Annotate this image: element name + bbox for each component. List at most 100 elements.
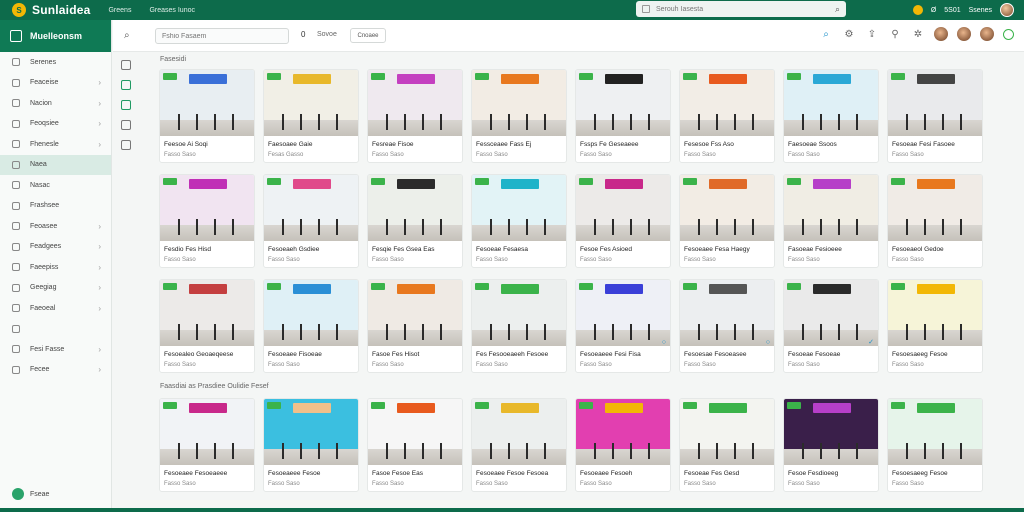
store-card[interactable]: Fesoe Fesdioeeg Fasso Saso xyxy=(783,398,879,492)
store-card[interactable]: Fesoeaee Fesa Haegy Fasso Saso xyxy=(679,174,775,268)
avatar[interactable] xyxy=(957,27,971,41)
store-card[interactable]: Fssps Fe Geseaeee Fasso Saso xyxy=(575,69,671,163)
store-card[interactable]: Fesdio Fes Hisd Fasso Saso xyxy=(159,174,255,268)
store-card[interactable]: Fesoeaee Fesoeh Fasso Saso xyxy=(575,398,671,492)
card-title: Fasoe Fesoe Eas xyxy=(372,470,423,477)
store-card[interactable]: Fesoeaee Fisoeae Fasso Saso xyxy=(263,279,359,373)
filter-icon[interactable]: ⚲ xyxy=(888,27,902,41)
store-card[interactable]: Feesoe Ai Soqi Fasso Saso xyxy=(159,69,255,163)
settings-icon[interactable]: ⚙ xyxy=(842,27,856,41)
refresh-icon[interactable] xyxy=(121,80,131,90)
store-card[interactable]: Fesoeae Fesaesa Fasso Saso xyxy=(471,174,567,268)
card-flag-icon[interactable]: ○ xyxy=(662,339,666,346)
sidebar-item[interactable]: Feaceise › xyxy=(0,73,111,94)
brand-name[interactable]: Sunlaidea xyxy=(32,3,90,17)
store-card[interactable]: Fesoeaeol Gedoe Fasso Saso xyxy=(887,174,983,268)
search-icon[interactable]: ⌕ xyxy=(819,27,833,41)
sidebar-item[interactable]: Fecee › xyxy=(0,360,111,381)
store-card[interactable]: Faesoeae Ssoos Fasso Saso xyxy=(783,69,879,163)
store-card[interactable]: Faesoaee Gaie Fesas Gasso xyxy=(263,69,359,163)
sidebar-item[interactable]: Naea xyxy=(0,154,111,175)
sidebar-header[interactable]: Muelleonsm xyxy=(0,20,111,52)
store-card[interactable]: Fesoeaeh Gsdiee Fasso Saso xyxy=(263,174,359,268)
store-card[interactable]: Fessceaee Fass Ej Fasso Saso xyxy=(471,69,567,163)
top-search-box[interactable]: Serouh Iasesta ⌕ xyxy=(636,1,846,17)
notification-icon[interactable] xyxy=(912,5,923,15)
sidebar-item[interactable]: Serenes xyxy=(0,52,111,73)
store-card[interactable]: Fesoesaeeg Fesoe Fasso Saso xyxy=(887,279,983,373)
sort-label[interactable]: Sovoe xyxy=(317,31,337,38)
user-avatar[interactable] xyxy=(1000,3,1014,17)
store-card[interactable]: Fesoealeo Geoaeqeese Fasso Saso xyxy=(159,279,255,373)
store-card[interactable]: Fesqie Fes Gsea Eas Fasso Saso xyxy=(367,174,463,268)
store-card[interactable]: Fesoeaeee Fesi Fisa Fasso Saso ○ xyxy=(575,279,671,373)
card-title: Fesoeae Fesaesa xyxy=(476,246,529,253)
store-thumbnail xyxy=(680,399,774,465)
store-sign xyxy=(396,403,436,413)
sidebar-item[interactable]: Fhenesle › xyxy=(0,134,111,155)
store-card[interactable]: Fesreae Fisoe Fasso Saso xyxy=(367,69,463,163)
sidebar-item[interactable]: Feadgees › xyxy=(0,237,111,258)
sidebar-item[interactable]: Nasac xyxy=(0,175,111,196)
store-thumbnail xyxy=(680,70,774,136)
store-thumbnail xyxy=(368,70,462,136)
store-card[interactable]: Fasoe Fes Hisot Fasso Saso xyxy=(367,279,463,373)
store-card[interactable]: Fasoe Fesoe Eas Fasso Saso xyxy=(367,398,463,492)
store-card[interactable]: Fesesoe Fss Aso Fasso Saso xyxy=(679,69,775,163)
top-link-2[interactable]: Greases Iunoc xyxy=(149,7,195,14)
sidebar-item[interactable]: Faeepiss › xyxy=(0,257,111,278)
top-right-item-3[interactable]: Ssenes xyxy=(969,7,992,14)
card-title: Fesqie Fes Gsea Eas xyxy=(372,246,435,253)
store-card[interactable]: Fesoe Fes Asioed Fasso Saso xyxy=(575,174,671,268)
card-flag-icon[interactable]: ✓ xyxy=(868,338,874,346)
top-link-1[interactable]: Greens xyxy=(108,7,131,14)
filter-button[interactable]: Cnoaee xyxy=(350,28,386,43)
search-icon[interactable]: ⌕ xyxy=(835,4,840,15)
sidebar-item[interactable]: Nacion › xyxy=(0,93,111,114)
store-card[interactable]: Fes Fesooeaeeh Fesoee Fasso Saso xyxy=(471,279,567,373)
top-right-item-2[interactable]: 5S01 xyxy=(944,7,960,14)
store-card[interactable]: Fesoesaeeg Fesoe Fasso Saso xyxy=(887,398,983,492)
share-icon[interactable]: ⇪ xyxy=(865,27,879,41)
sidebar-item[interactable]: Feoqsiee › xyxy=(0,114,111,135)
store-card[interactable]: Fesoeaee Fesoeaeee Fasso Saso xyxy=(159,398,255,492)
search-prefix-icon xyxy=(642,5,650,13)
card-title: Fesoeaee Fesoeaeee xyxy=(164,470,228,477)
grid-icon[interactable] xyxy=(121,100,131,110)
sidebar-item-label: Naea xyxy=(30,161,47,169)
store-card[interactable]: Fesoeae Fesoeae Fasso Saso ✓ xyxy=(783,279,879,373)
avatar[interactable] xyxy=(980,27,994,41)
store-card[interactable]: Fesoeae Fes Gesd Fasso Saso xyxy=(679,398,775,492)
search-input[interactable] xyxy=(155,28,289,44)
sidebar-item[interactable]: Faeoeal › xyxy=(0,298,111,319)
store-card[interactable]: Fasoeae Fesioeee Fasso Saso xyxy=(783,174,879,268)
sidebar-item[interactable]: Frashsee xyxy=(0,196,111,217)
card-title: Fesoeaeee Fesi Fisa xyxy=(580,351,641,358)
sidebar-footer[interactable]: Fseae xyxy=(12,488,49,500)
sidebar-item[interactable] xyxy=(0,319,111,340)
card-row-1: Feesoe Ai Soqi Fasso Saso Faesoaee Gaie Fes… xyxy=(159,69,983,163)
store-card[interactable]: Fesoeae Fesi Fasoee Fasso Saso xyxy=(887,69,983,163)
sidebar-item[interactable]: Fesi Fasse › xyxy=(0,339,111,360)
help-icon[interactable] xyxy=(1003,28,1014,40)
card-subtitle: Fasso Saso xyxy=(788,257,820,263)
store-card[interactable]: Fesoeaeee Fesoe Fasso Saso xyxy=(263,398,359,492)
document-icon[interactable] xyxy=(121,140,131,150)
store-card[interactable]: Fesoesae Fesoeasee Fasso Saso ○ xyxy=(679,279,775,373)
logo-icon[interactable]: S xyxy=(12,3,26,17)
avatar[interactable] xyxy=(934,27,948,41)
sidebar-item[interactable]: Geegiag › xyxy=(0,278,111,299)
shoppers-shape xyxy=(689,443,767,459)
top-right-item-1[interactable]: Ø xyxy=(931,7,936,14)
home-icon[interactable] xyxy=(121,60,131,70)
store-card[interactable]: Fesoeaee Fesoe Fesoea Fasso Saso xyxy=(471,398,567,492)
card-flag-icon[interactable]: ○ xyxy=(766,339,770,346)
store-sign xyxy=(708,74,748,84)
sidebar-item[interactable]: Feoasee › xyxy=(0,216,111,237)
edit-icon[interactable] xyxy=(121,120,131,130)
new-tag-icon xyxy=(163,283,177,290)
card-title: Fesoe Fes Asioed xyxy=(580,246,633,253)
search-icon[interactable]: ⌕ xyxy=(124,30,130,41)
gear-icon[interactable]: ✲ xyxy=(911,27,925,41)
new-tag-icon xyxy=(371,73,385,80)
